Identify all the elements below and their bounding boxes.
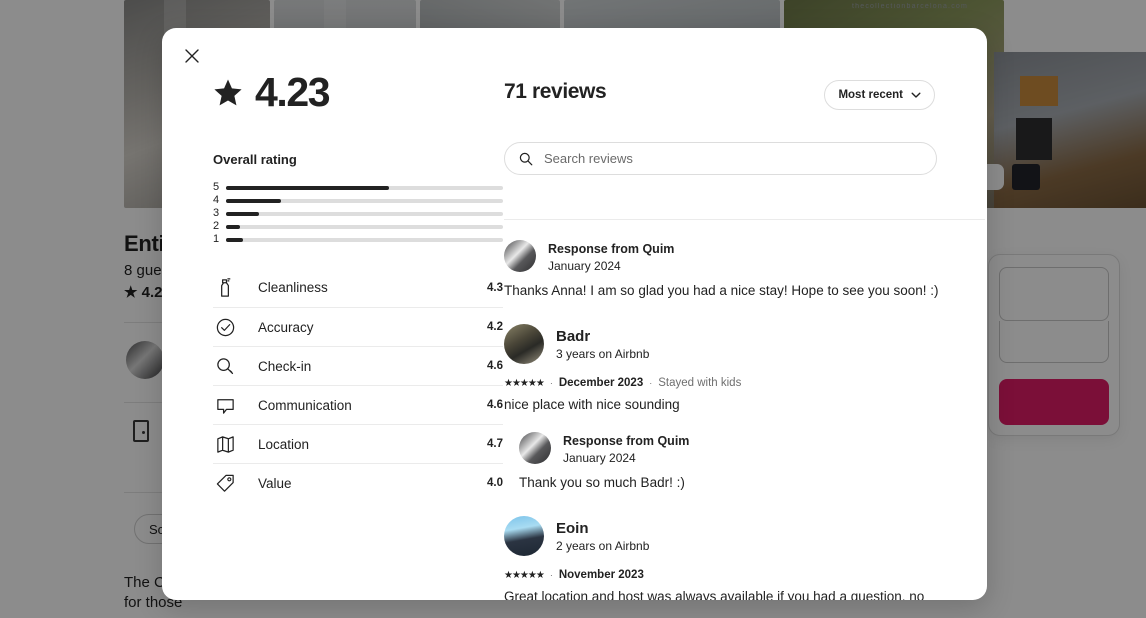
review-date: December 2023 — [558, 377, 644, 389]
rating-bar-fill — [226, 185, 390, 190]
host-response-name: Response from Quim — [548, 242, 675, 256]
category-label: Cleanliness — [258, 280, 328, 295]
reviewer-tenure: 2 years on Airbnb — [556, 538, 650, 553]
category-rating-row: Cleanliness 4.3 — [213, 268, 503, 307]
rating-bar-stars: 2 — [213, 220, 220, 232]
review-date: November 2023 — [558, 569, 644, 581]
reviewer-header: Eoin 2 years on Airbnb — [504, 516, 987, 556]
reviewer-name: Eoin — [556, 519, 589, 537]
rating-bar-fill — [226, 237, 243, 242]
reviewer-name: Badr — [556, 327, 591, 345]
divider — [504, 219, 985, 220]
host-response: Response from Quim January 2024 — [504, 240, 987, 274]
category-value: 4.6 — [487, 399, 503, 411]
spray-bottle-icon — [213, 276, 237, 300]
host-response-date: January 2024 — [548, 259, 621, 273]
meta-separator: · — [649, 378, 653, 388]
rating-bar-stars: 5 — [213, 181, 220, 193]
review-meta: ★★★★★ · November 2023 — [504, 569, 987, 581]
category-value: 4.0 — [487, 477, 503, 489]
rating-bar-row: 1 — [213, 233, 503, 246]
category-label: Location — [258, 436, 310, 452]
star-rating: ★★★★★ — [504, 377, 545, 389]
rating-bar-stars: 4 — [213, 194, 220, 206]
overall-score: 4.23 — [255, 69, 331, 115]
quim-avatar[interactable] — [519, 432, 551, 464]
host-response-name: Response from Quim — [563, 434, 690, 448]
rating-bar-row: 4 — [213, 194, 503, 207]
review-item: Badr 3 years on Airbnb ★★★★★ · December 2023… — [504, 324, 987, 490]
reviews-panel: 71 reviews Most recent Response from Qui… — [504, 72, 987, 600]
rating-bar-row: 3 — [213, 207, 503, 220]
reviews-list[interactable]: Response from Quim January 2024 Thanks Ann… — [504, 177, 987, 600]
review-meta: ★★★★★ · December 2023 · Stayed with kids — [504, 377, 987, 389]
trip-type: Stayed with kids — [658, 377, 742, 389]
rating-bar-track — [226, 211, 503, 216]
rating-bar-stars: 3 — [213, 207, 220, 219]
quim-avatar[interactable] — [504, 240, 536, 272]
key-icon — [213, 354, 237, 378]
rating-bar-track — [226, 224, 503, 229]
category-label: Communication — [258, 397, 352, 413]
category-label: Accuracy — [258, 319, 314, 335]
category-value: 4.7 — [487, 438, 503, 450]
ratings-summary: 4.23 Overall rating 54321 Cleanliness 4.3… — [213, 72, 503, 502]
category-value: 4.3 — [487, 281, 503, 294]
host-response: Response from Quim January 2024 — [519, 432, 987, 466]
check-circle-icon — [213, 315, 237, 339]
tag-icon — [213, 471, 237, 495]
category-rating-row: Location 4.7 — [213, 424, 503, 463]
search-input[interactable] — [544, 151, 922, 166]
badr-avatar[interactable] — [504, 324, 544, 364]
review-item-truncated: Response from Quim January 2024 Thanks Ann… — [504, 219, 987, 298]
rating-bar-fill — [226, 198, 282, 203]
star-rating: ★★★★★ — [504, 569, 545, 581]
category-rating-row: Value 4.0 — [213, 463, 503, 502]
category-value: 4.2 — [487, 321, 503, 333]
review-item: Eoin 2 years on Airbnb ★★★★★ · November 2023… — [504, 516, 987, 600]
search-icon — [519, 152, 533, 165]
rating-bar-row: 2 — [213, 220, 503, 233]
reviews-modal: 4.23 Overall rating 54321 Cleanliness 4.3… — [162, 28, 987, 600]
review-text: nice place with nice sounding — [504, 397, 680, 412]
category-rating-row: Check-in 4.6 — [213, 346, 503, 385]
review-text: Great location and host was always avail… — [504, 589, 925, 600]
rating-distribution: 54321 — [213, 181, 503, 246]
sort-dropdown[interactable]: Most recent — [824, 80, 935, 110]
category-rating-row: Communication 4.6 — [213, 385, 503, 424]
rating-bar-track — [226, 185, 503, 190]
host-response-text: Thank you so much Badr! :) — [519, 475, 685, 490]
reviews-header: 71 reviews Most recent — [504, 72, 987, 132]
category-value: 4.6 — [487, 360, 503, 372]
chevron-down-icon — [911, 92, 921, 98]
category-rating-row: Accuracy 4.2 — [213, 307, 503, 346]
category-label: Value — [258, 475, 292, 491]
close-icon — [185, 49, 199, 63]
screen: thecollectionbarcelona.com Entir 8 gues … — [0, 0, 1146, 618]
rating-bar-stars: 1 — [213, 233, 220, 245]
rating-bar-track — [226, 198, 503, 203]
rating-bar-track — [226, 237, 503, 242]
rating-bar-fill — [226, 224, 240, 229]
star-icon — [214, 79, 242, 105]
close-button[interactable] — [176, 40, 208, 72]
reviews-count: 71 reviews — [504, 80, 607, 103]
speech-bubble-icon — [213, 393, 237, 417]
reviewer-tenure: 3 years on Airbnb — [556, 346, 650, 361]
meta-separator: · — [549, 570, 553, 580]
search-reviews-field[interactable] — [504, 142, 937, 175]
category-ratings: Cleanliness 4.3 Accuracy 4.2 Check-in 4.6 Comm… — [213, 268, 503, 502]
sort-dropdown-label: Most recent — [838, 89, 903, 101]
category-label: Check-in — [258, 358, 312, 374]
overall-score-row: 4.23 — [213, 72, 503, 113]
map-icon — [213, 432, 237, 456]
meta-separator: · — [549, 378, 553, 388]
eoin-avatar[interactable] — [504, 516, 544, 556]
rating-bar-row: 5 — [213, 181, 503, 194]
reviewer-header: Badr 3 years on Airbnb — [504, 324, 987, 364]
host-response-text: Thanks Anna! I am so glad you had a nice… — [504, 283, 939, 298]
host-response-date: January 2024 — [563, 451, 636, 465]
rating-bar-fill — [226, 211, 260, 216]
overall-rating-label: Overall rating — [213, 152, 297, 167]
